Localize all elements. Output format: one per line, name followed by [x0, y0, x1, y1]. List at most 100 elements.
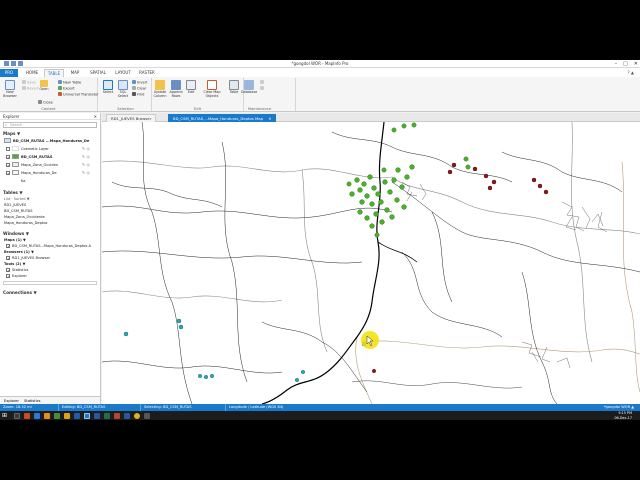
bottom-tab-explorer[interactable]: Explorer: [4, 399, 19, 403]
layer-checkbox[interactable]: ✓: [6, 162, 10, 167]
app-icon-6[interactable]: [124, 412, 130, 419]
app-icon-3[interactable]: [54, 412, 60, 419]
maint-option-2[interactable]: [260, 86, 265, 92]
update-column-icon: [155, 80, 165, 90]
universal-translator-button[interactable]: Universal Translator: [58, 92, 99, 98]
layer-checkbox[interactable]: [6, 178, 10, 183]
status-workspace[interactable]: *gongdol WOR ▲: [604, 404, 634, 411]
status-bar: Zoom: 18.32 mi Editing: BD_CSM_RUTAS Sel…: [0, 404, 640, 411]
map-svg[interactable]: [101, 121, 640, 405]
maximize-button[interactable]: □: [623, 60, 628, 68]
app-icon-5[interactable]: [74, 412, 80, 419]
basemap-layer-icon: [12, 178, 19, 183]
export-button[interactable]: Export: [58, 86, 75, 92]
window-checkbox[interactable]: ✓: [6, 267, 10, 272]
select-button[interactable]: Select: [100, 80, 116, 95]
taskbar-clock[interactable]: 9:15 PM 06-Dec-17: [614, 411, 632, 420]
secondary-highway: [377, 241, 418, 263]
app-icon-2[interactable]: [34, 412, 40, 419]
task-view-icon[interactable]: [14, 412, 20, 419]
powerpoint-icon[interactable]: [114, 412, 120, 419]
status-editing[interactable]: Editing: BD_CSM_RUTAS: [62, 404, 105, 411]
sql-select-button[interactable]: SQL Select: [115, 80, 131, 99]
layer-checkbox[interactable]: ✓: [6, 170, 10, 175]
status-zoom[interactable]: Zoom: 18.32 mi: [3, 404, 32, 411]
table-maintenance-button[interactable]: Table: [226, 80, 242, 95]
group-label-selection: Selection: [117, 107, 134, 111]
window-checkbox[interactable]: ✓: [6, 243, 10, 248]
layer-row-cosmetic[interactable]: Cosmetic Layer ✎ ◎: [0, 145, 100, 153]
clear-map-objects-button[interactable]: Clear Map Objects: [202, 80, 222, 99]
window-checkbox[interactable]: ✓: [6, 273, 10, 278]
map-tree-root[interactable]: BD_CSM_RUTAS ...Mapa_Honduras_De: [0, 137, 100, 145]
folder-icon: [40, 80, 48, 87]
tab-raster[interactable]: RASTER: [136, 69, 158, 77]
edit-button[interactable]: Edit: [183, 80, 199, 95]
clear-selection-button[interactable]: Clear: [132, 86, 146, 92]
points-layer-icon: [12, 154, 19, 159]
table-item[interactable]: Mapa_Honduras_Deptos: [0, 220, 100, 226]
window-title: *gongdol WOR - MapInfo Pro: [291, 61, 349, 66]
tab-spatial[interactable]: SPATIAL: [86, 69, 110, 77]
document-tabs: RD1_JUEVES Browser BD_CSM_RUTAS,...Mapa_…: [102, 113, 640, 122]
maint-option-1[interactable]: [260, 80, 265, 86]
layer-tools[interactable]: ✎ ◎: [82, 153, 90, 161]
tab-map[interactable]: MAP: [66, 69, 84, 77]
status-coordinate-system[interactable]: Longitude / Latitude (WGS 84): [229, 404, 283, 411]
update-column-button[interactable]: Update Column: [152, 80, 168, 99]
new-browser-button[interactable]: New Browser: [2, 80, 18, 99]
status-selecting[interactable]: Selecting: BD_CSM_RUTAS: [144, 404, 192, 411]
layer-row-ka[interactable]: Ka: [0, 177, 100, 185]
tab-layout[interactable]: LAYOUT: [112, 69, 134, 77]
bottom-tab-statistics[interactable]: Statistics: [24, 399, 40, 403]
binoculars-icon: [132, 92, 136, 96]
explorer-scrollbar[interactable]: [3, 281, 97, 285]
help-and-collapse[interactable]: ? ▲: [628, 68, 634, 77]
word-icon[interactable]: [94, 412, 100, 419]
invert-selection-button[interactable]: Invert: [132, 80, 148, 86]
tab-map[interactable]: BD_CSM_RUTAS,...Mapa_Honduras_Deptos Map…: [168, 114, 277, 122]
map-tab-close-icon[interactable]: ✕: [268, 116, 271, 121]
table-grid-icon: [5, 80, 15, 90]
windows-section-header[interactable]: Windows ▼: [0, 230, 100, 237]
new-table-button[interactable]: New Table: [58, 80, 81, 86]
layer-tools[interactable]: ✎ ◎: [82, 145, 90, 153]
clear-icon: [132, 86, 136, 90]
window-checkbox[interactable]: ✓: [6, 255, 10, 260]
app-icon-7[interactable]: [144, 412, 150, 419]
tab-pro[interactable]: PRO: [0, 69, 18, 77]
maps-section-header[interactable]: Maps ▼: [0, 130, 100, 137]
chrome-icon[interactable]: [134, 412, 140, 419]
connections-section-header[interactable]: Connections ▼: [0, 289, 100, 296]
database-button[interactable]: Database: [241, 80, 257, 95]
tables-section-header[interactable]: Tables ▼: [0, 189, 100, 196]
layer-row-bd-csm-rutas[interactable]: ✓ BD_CSM_RUTAS ✎ ◎: [0, 153, 100, 161]
vlc-icon[interactable]: [44, 412, 50, 419]
layer-checkbox[interactable]: ✓: [6, 154, 10, 159]
find-button[interactable]: Find: [132, 92, 144, 98]
close-button[interactable]: ✕: [634, 60, 638, 68]
tab-browser[interactable]: RD1_JUEVES Browser: [106, 114, 157, 122]
explorer-close-button[interactable]: ✕: [94, 113, 97, 120]
revert-table-button[interactable]: Revert: [22, 86, 39, 92]
layer-tools[interactable]: ✎ ◎: [82, 169, 90, 177]
layer-row-zona-occidente[interactable]: ✓ Mapa_Zona_Occiden ✎ ◎: [0, 161, 100, 169]
tab-table[interactable]: TABLE: [44, 69, 64, 77]
minimize-button[interactable]: –: [615, 60, 618, 68]
append-rows-button[interactable]: Append Rows: [168, 80, 184, 99]
save-table-button[interactable]: Save: [22, 80, 36, 86]
window-item-explorer[interactable]: ✓ Explorer: [0, 273, 100, 279]
app-icon-1[interactable]: [24, 412, 30, 419]
explorer-search-input[interactable]: ⌕ Search: [3, 122, 97, 128]
close-table-button[interactable]: Close: [38, 100, 53, 106]
map-canvas[interactable]: [101, 121, 640, 405]
layer-checkbox[interactable]: [6, 146, 10, 151]
mapinfo-taskbar-icon[interactable]: [84, 412, 90, 419]
excel-icon[interactable]: [104, 412, 110, 419]
windows-start-icon[interactable]: ⊞: [2, 412, 9, 419]
layer-tools[interactable]: ✎ ◎: [82, 161, 90, 169]
open-button[interactable]: Open: [38, 80, 50, 92]
layer-row-honduras-deptos[interactable]: ✓ Mapa_Honduras_De ✎ ◎: [0, 169, 100, 177]
app-icon-4[interactable]: [64, 412, 70, 419]
tab-home[interactable]: HOME: [22, 69, 42, 77]
